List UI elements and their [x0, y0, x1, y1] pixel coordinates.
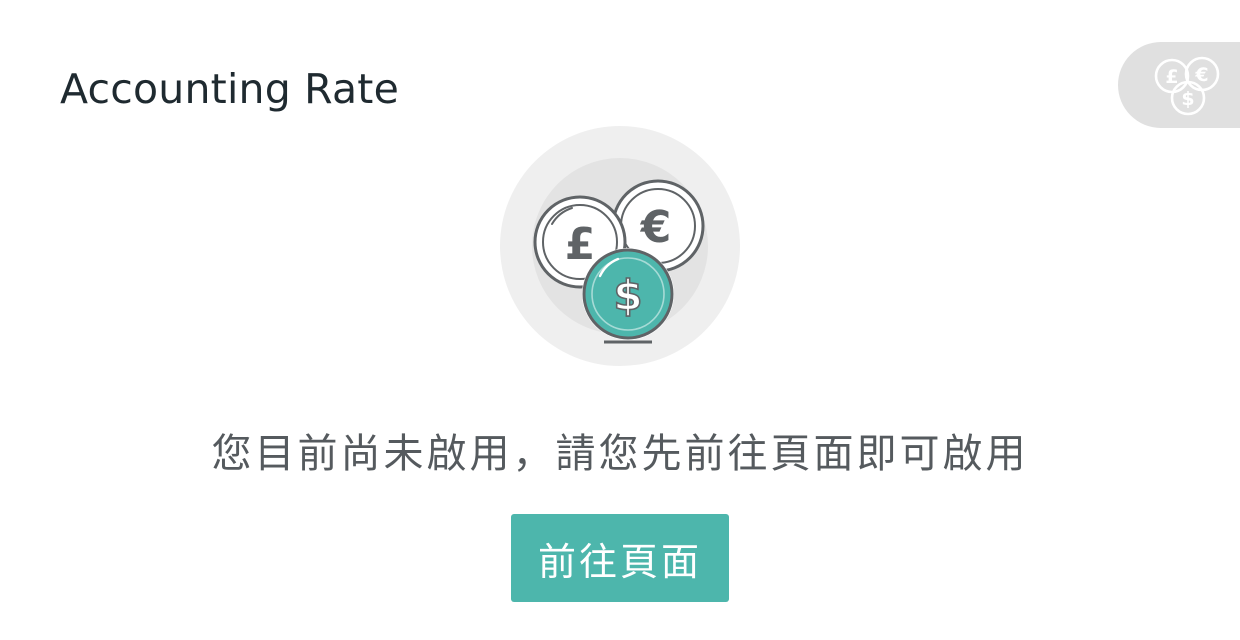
pound-symbol: £: [1165, 66, 1178, 88]
dollar-symbol: $: [1181, 88, 1194, 110]
dollar-coin: $: [582, 248, 674, 340]
pound-symbol: £: [565, 219, 596, 270]
currency-shortcut-button[interactable]: £ € $: [1118, 42, 1240, 128]
currency-coins-illustration: € £ $: [500, 126, 740, 366]
euro-symbol: €: [1194, 64, 1208, 86]
dollar-symbol: $: [613, 271, 642, 320]
euro-symbol: €: [640, 202, 672, 253]
currency-coins-icon: £ € $: [1154, 56, 1220, 116]
go-to-page-button[interactable]: 前往頁面: [511, 514, 729, 602]
empty-state-message: 您目前尚未啟用，請您先前往頁面即可啟用: [211, 431, 1029, 477]
page-title: Accounting Rate: [60, 65, 399, 113]
